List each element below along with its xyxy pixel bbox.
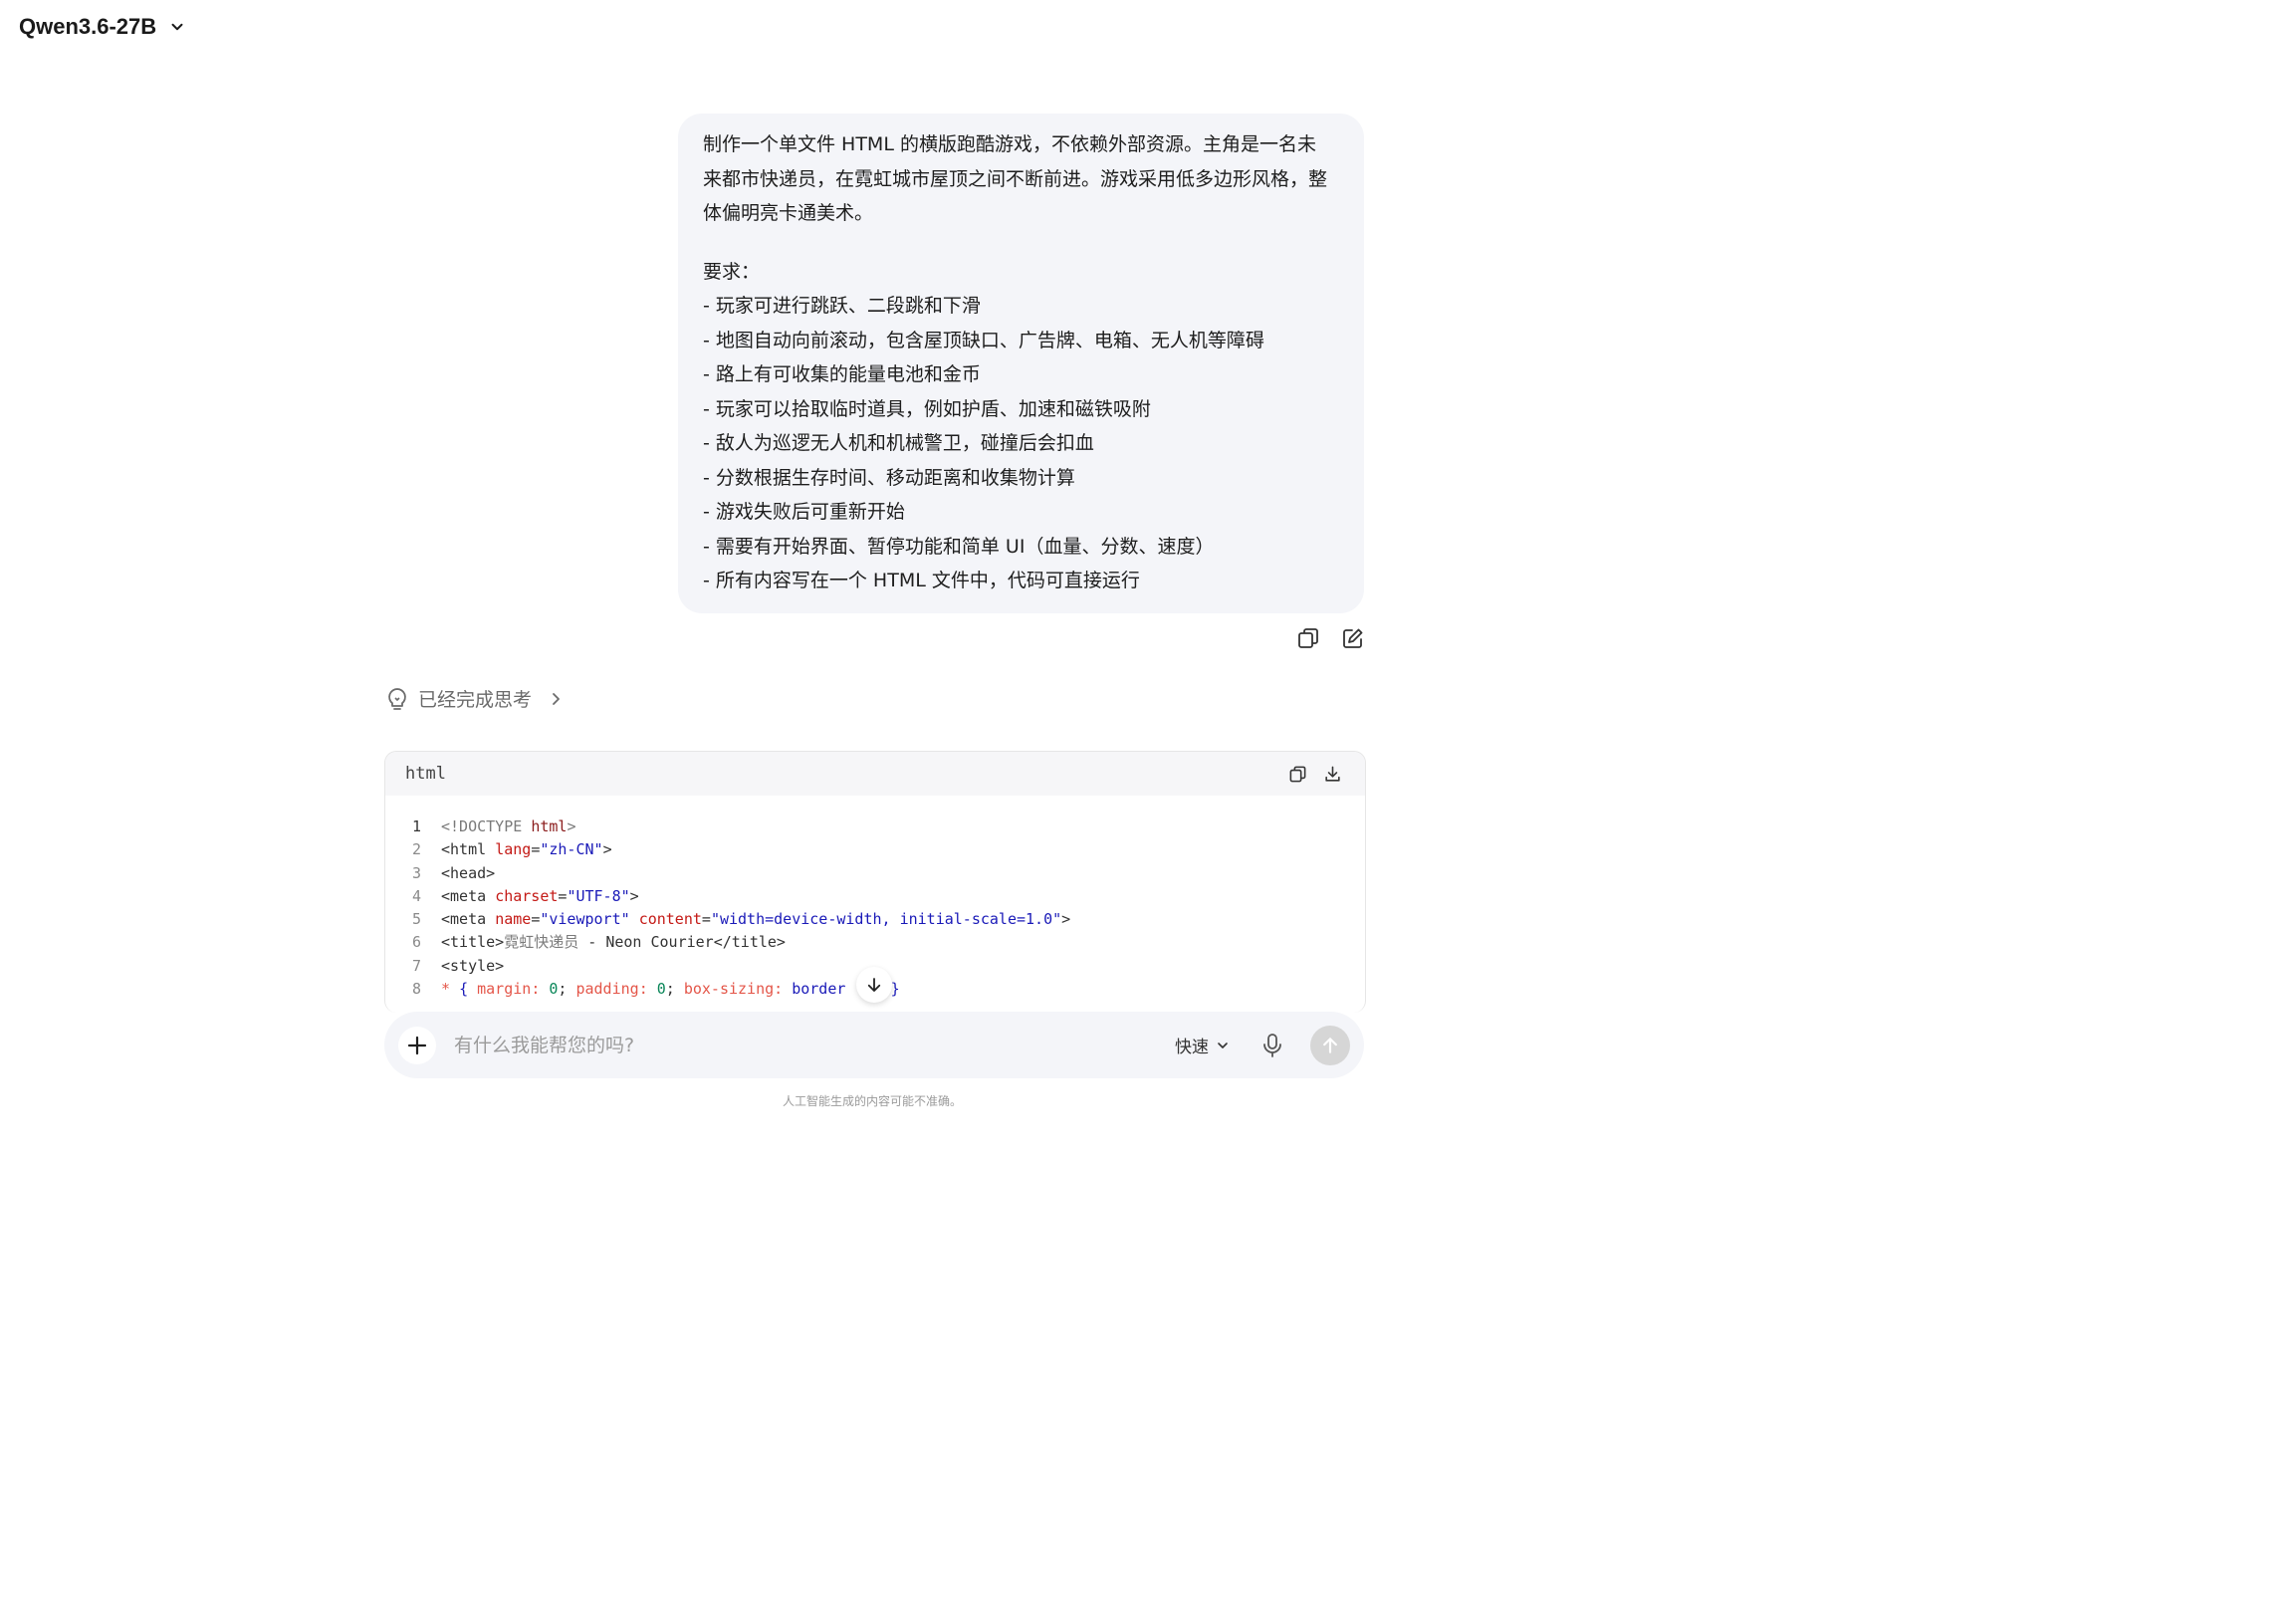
message-line: 要求：: [703, 260, 761, 283]
line-number: 3: [411, 863, 421, 882]
message-line: - 玩家可进行跳跃、二段跳和下滑: [703, 295, 981, 317]
arrow-up-icon: [1323, 1037, 1337, 1053]
code-text: <!DOCTYPE html>: [441, 817, 576, 835]
download-icon: [1325, 766, 1340, 782]
user-message-bubble: 制作一个单文件 HTML 的横版跑酷游戏，不依赖外部资源。主角是一名未 来都市快…: [678, 114, 1364, 613]
message-line: - 分数根据生存时间、移动距离和收集物计算: [703, 466, 1075, 489]
line-number: 5: [411, 910, 421, 929]
code-language-label: html: [405, 764, 446, 784]
code-block-header: html: [385, 752, 1365, 796]
chevron-right-icon: [553, 692, 560, 705]
code-text: * { margin: 0; padding: 0; box-sizing: b…: [441, 980, 900, 999]
edit-message-button[interactable]: [1340, 625, 1365, 650]
thinking-label: 已经完成思考: [418, 689, 533, 711]
model-name: Qwen3.6-27B: [19, 14, 157, 39]
send-button[interactable]: [1310, 1025, 1350, 1065]
code-line: 2 <html lang="zh-CN">: [385, 838, 1365, 861]
copy-code-button[interactable]: [1285, 762, 1310, 787]
mode-label: 快速: [1175, 1038, 1209, 1057]
chevron-down-icon: [1218, 1042, 1228, 1048]
line-number: 4: [411, 886, 421, 905]
message-composer: 快速: [384, 1012, 1364, 1078]
message-actions: [1295, 625, 1365, 650]
copy-message-button[interactable]: [1295, 625, 1320, 650]
message-input[interactable]: [452, 1033, 1175, 1057]
download-code-button[interactable]: [1320, 762, 1345, 787]
voice-input-button[interactable]: [1258, 1032, 1286, 1059]
copy-icon: [1289, 766, 1306, 782]
code-text: <html lang="zh-CN">: [441, 840, 612, 859]
chevron-down-icon: [171, 23, 183, 31]
message-line: 体偏明亮卡通美术。: [703, 202, 874, 224]
code-line: 3 <head>: [385, 862, 1365, 885]
message-line: - 地图自动向前滚动，包含屋顶缺口、广告牌、电箱、无人机等障碍: [703, 329, 1264, 351]
line-number: 2: [411, 840, 421, 859]
message-line: 来都市快递员，在霓虹城市屋顶之间不断前进。游戏采用低多边形风格，整: [703, 167, 1328, 190]
mode-dropdown[interactable]: 快速: [1175, 1033, 1229, 1057]
message-line: - 玩家可以拾取临时道具，例如护盾、加速和磁铁吸附: [703, 397, 1151, 420]
code-line: 5 <meta name="viewport" content="width=de…: [385, 908, 1365, 931]
code-line: 4 <meta charset="UTF-8">: [385, 885, 1365, 908]
message-line: - 所有内容写在一个 HTML 文件中，代码可直接运行: [703, 570, 1140, 591]
line-number: 6: [411, 933, 421, 952]
line-number: 1: [411, 817, 421, 835]
message-line: - 敌人为巡逻无人机和机械警卫，碰撞后会扣血: [703, 432, 1094, 454]
code-text: <meta charset="UTF-8">: [441, 886, 639, 905]
line-number: 7: [411, 956, 421, 975]
plus-icon: [407, 1036, 427, 1054]
thinking-toggle[interactable]: 已经完成思考: [386, 685, 564, 712]
footer-disclaimer: 人工智能生成的内容可能不准确。: [782, 1094, 962, 1108]
message-line: - 需要有开始界面、暂停功能和简单 UI（血量、分数、速度）: [703, 535, 1215, 558]
line-number: 8: [411, 980, 421, 999]
message-line: - 游戏失败后可重新开始: [703, 501, 905, 523]
code-text: <head>: [441, 863, 496, 882]
arrow-down-icon: [867, 978, 881, 992]
attach-button[interactable]: [398, 1026, 436, 1064]
message-line: - 路上有可收集的能量电池和金币: [703, 363, 981, 385]
lightbulb-icon: [388, 687, 406, 710]
code-text: <style>: [441, 956, 505, 975]
scroll-to-bottom-button[interactable]: [856, 967, 892, 1003]
code-text: <title>霓虹快递员 - Neon Courier</title>: [441, 933, 786, 952]
code-line: 6 <title>霓虹快递员 - Neon Courier</title>: [385, 931, 1365, 954]
model-selector[interactable]: Qwen3.6-27B: [19, 14, 186, 40]
edit-icon: [1342, 628, 1362, 648]
message-line: 制作一个单文件 HTML 的横版跑酷游戏，不依赖外部资源。主角是一名未: [703, 133, 1316, 155]
code-text: <meta name="viewport" content="width=dev…: [441, 910, 1071, 929]
copy-icon: [1297, 627, 1318, 648]
code-line: 1 <!DOCTYPE html>: [385, 815, 1365, 838]
microphone-icon: [1263, 1033, 1281, 1057]
